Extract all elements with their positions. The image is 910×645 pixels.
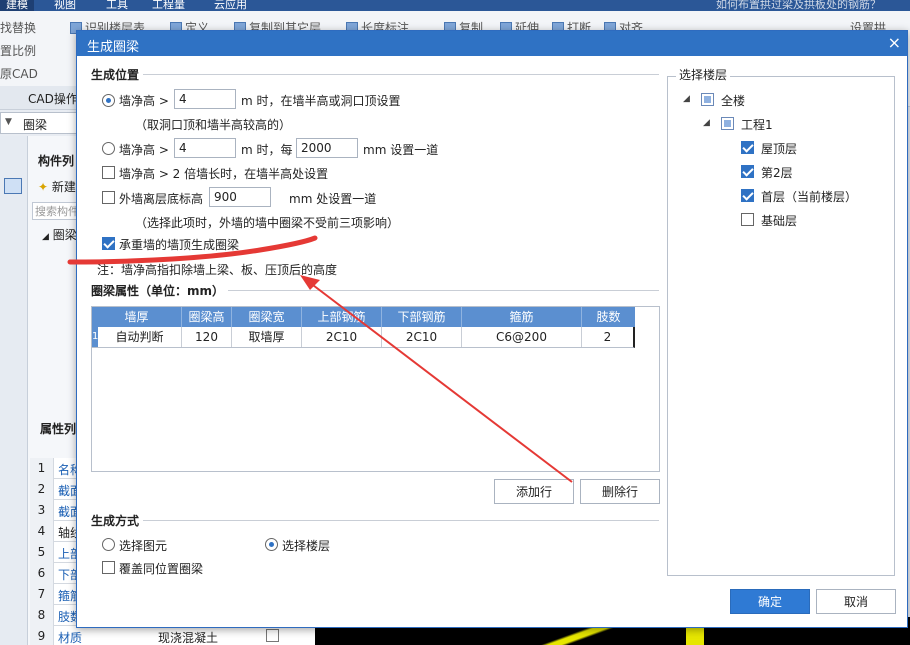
floor-label-2: 第2层 [761, 166, 793, 180]
cell-beam-width[interactable]: 取墙厚 [232, 327, 302, 347]
opt4-note: （选择此项时，外墙的墙中圈梁不受前三项影响） [135, 216, 400, 230]
floor-checkbox-1[interactable] [741, 189, 754, 202]
col-wall-thickness[interactable]: 墙厚 [92, 307, 182, 327]
component-tree-root[interactable]: ◢ 圈梁 [42, 226, 77, 243]
menu-item-cloud[interactable]: 云应用 [214, 0, 247, 11]
floor-label-base: 基础层 [761, 214, 798, 228]
menu-item-quantity[interactable]: 工程量 [152, 0, 185, 11]
close-icon[interactable]: × [888, 33, 901, 52]
component-list-title: 构件列 [38, 154, 75, 168]
component-search-input[interactable]: 搜索构件 [32, 202, 80, 220]
new-icon: ✦ [38, 180, 49, 194]
opt2-radio[interactable] [102, 142, 115, 155]
floor-all-label: 全楼 [721, 94, 746, 108]
opt1-radio[interactable] [102, 94, 115, 107]
col-beam-width[interactable]: 圈梁宽 [232, 307, 302, 327]
opt1-height-input[interactable] [174, 89, 236, 109]
opt4-label: 外墙离层底标高 [119, 192, 204, 206]
table-row[interactable]: 1 自动判断 120 取墙厚 2C10 2C10 C6@200 2 [92, 327, 635, 348]
opt2-height-input[interactable] [174, 138, 236, 158]
opt4-checkbox[interactable] [102, 191, 115, 204]
col-beam-height[interactable]: 圈梁高 [182, 307, 232, 327]
cell-legs[interactable]: 2 [582, 327, 633, 347]
opt1-note: （取洞口顶和墙半高较高的） [135, 118, 292, 132]
menu-item-build[interactable]: 建模 [0, 0, 34, 11]
menu-bar: 建模 视图 工具 工程量 云应用 如何布置拱过梁及拱板处的钢筋？ [0, 0, 910, 11]
table-row[interactable]: 9 材质 现浇混凝土 [30, 626, 315, 645]
cell-bottom-rebar[interactable]: 2C10 [382, 327, 462, 347]
col-legs[interactable]: 肢数 [582, 307, 635, 327]
ok-button[interactable]: 确定 [730, 589, 810, 614]
cell-wall-thickness[interactable]: 自动判断 [98, 327, 182, 347]
opt1-label: 墙净高 > [119, 94, 169, 108]
opt4-elevation-input[interactable] [209, 187, 271, 207]
col-stirrup[interactable]: 箍筋 [462, 307, 582, 327]
opt2-interval-input[interactable] [296, 138, 358, 158]
opt4-label-post: mm 处设置一道 [289, 192, 377, 206]
opt3-label: 墙净高 > 2 倍墙长时，在墙半高处设置 [119, 167, 329, 181]
dialog-title: 生成圈梁 [87, 40, 140, 55]
new-component-button[interactable]: ✦ 新建 [38, 178, 76, 195]
floor-project-label: 工程1 [741, 118, 773, 132]
cad-tab[interactable]: CAD操作 [0, 86, 80, 110]
method-select-floor-label: 选择楼层 [282, 539, 331, 553]
cell-stirrup[interactable]: C6@200 [462, 327, 582, 347]
method-group-label: 生成方式 [91, 512, 144, 529]
group-divider [91, 520, 659, 521]
floor-label-roof: 屋顶层 [761, 142, 798, 156]
add-row-button[interactable]: 添加行 [494, 479, 574, 504]
floor-label-1: 首层（当前楼层） [761, 190, 858, 204]
all-floors-checkbox[interactable] [701, 93, 714, 106]
list-view-icon[interactable] [4, 178, 22, 194]
expand-icon: ◢ [42, 232, 49, 242]
method-select-element-radio[interactable] [102, 538, 115, 551]
opt2-label-mid: m 时，每 [241, 143, 293, 157]
cell-beam-height[interactable]: 120 [182, 327, 232, 347]
property-list-title: 属性列 [40, 422, 77, 436]
cell-top-rebar[interactable]: 2C10 [302, 327, 382, 347]
opt5-label: 承重墙的墙顶生成圈梁 [119, 238, 240, 252]
props-group-label: 圈梁属性（单位：mm） [91, 282, 229, 299]
expand-icon[interactable]: ◢ [703, 118, 710, 128]
help-search[interactable]: 如何布置拱过梁及拱板处的钢筋？ [716, 0, 881, 11]
menu-item-view[interactable]: 视图 [54, 0, 76, 11]
footnote: 注：墙净高指扣除墙上梁、板、压顶后的高度 [97, 263, 338, 277]
component-combo[interactable]: ▼ 圈梁 [0, 112, 80, 134]
ring-beam-table: 墙厚 圈梁高 圈梁宽 上部钢筋 下部钢筋 箍筋 肢数 1 自动判断 120 取墙… [91, 306, 660, 472]
col-top-rebar[interactable]: 上部钢筋 [302, 307, 382, 327]
position-group-label: 生成位置 [91, 66, 144, 83]
opt1-label-post: m 时，在墙半高或洞口顶设置 [241, 94, 401, 108]
generate-ring-beam-dialog: 生成圈梁 × 生成位置 墙净高 > m 时，在墙半高或洞口顶设置 （取洞口顶和墙… [76, 30, 908, 628]
floor-checkbox-roof[interactable] [741, 141, 754, 154]
col-bottom-rebar[interactable]: 下部钢筋 [382, 307, 462, 327]
table-header: 墙厚 圈梁高 圈梁宽 上部钢筋 下部钢筋 箍筋 肢数 [92, 307, 635, 327]
ribbon-set-scale[interactable]: 置比例 [0, 42, 36, 59]
overwrite-checkbox[interactable] [102, 561, 115, 574]
ribbon-restore-cad[interactable]: 原CAD [0, 65, 38, 82]
method-select-element-label: 选择图元 [119, 539, 168, 553]
floor-group-label: 选择楼层 [676, 66, 731, 83]
cancel-button[interactable]: 取消 [816, 589, 896, 614]
expand-icon[interactable]: ◢ [683, 94, 690, 104]
menu-item-tools[interactable]: 工具 [106, 0, 128, 11]
chevron-down-icon: ▼ [5, 117, 12, 127]
overwrite-label: 覆盖同位置圈梁 [119, 562, 204, 576]
opt3-checkbox[interactable] [102, 166, 115, 179]
opt2-label-post: mm 设置一道 [363, 143, 439, 157]
project-checkbox[interactable] [721, 117, 734, 130]
opt5-checkbox[interactable] [102, 237, 115, 250]
left-toolstrip [0, 136, 28, 645]
opt2-label: 墙净高 > [119, 143, 169, 157]
floor-checkbox-2[interactable] [741, 165, 754, 178]
ribbon-find-replace[interactable]: 找替换 [0, 19, 36, 36]
delete-row-button[interactable]: 删除行 [580, 479, 660, 504]
method-select-floor-radio[interactable] [265, 538, 278, 551]
property-checkbox[interactable] [266, 629, 279, 642]
group-divider [91, 74, 659, 75]
dialog-titlebar[interactable]: 生成圈梁 × [77, 31, 907, 56]
floor-checkbox-base[interactable] [741, 213, 754, 226]
